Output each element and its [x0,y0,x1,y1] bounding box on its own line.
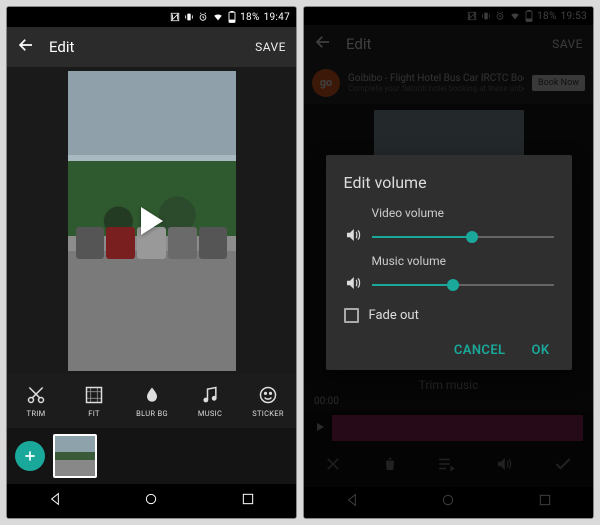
battery-icon [228,11,236,23]
back-icon[interactable] [17,36,35,58]
fade-out-checkbox[interactable] [344,308,359,323]
tool-sticker[interactable]: STICKER [239,374,296,428]
music-volume-label: Music volume [372,254,554,268]
status-bar: 18% 19:47 [7,7,296,27]
save-button[interactable]: SAVE [255,40,286,54]
add-button[interactable] [15,441,45,471]
nav-recents-icon[interactable] [240,491,256,511]
ok-button[interactable]: OK [531,343,549,358]
nav-home-icon[interactable] [143,491,159,511]
volume-icon [344,226,362,248]
cancel-button[interactable]: CANCEL [454,343,506,358]
screen-edit-main: 18% 19:47 Edit SAVE TRIM FIT BLUR BG MUS… [6,6,297,519]
alarm-icon [198,12,208,22]
modal-overlay: Edit volume Video volume Music volume Fa… [304,7,593,518]
volume-icon [344,274,362,296]
wifi-icon [212,12,224,22]
tool-music[interactable]: MUSIC [181,374,239,428]
screen-edit-volume: 18% 19:53 Edit SAVE go Goibibo - Flight … [303,6,594,519]
tool-bar: TRIM FIT BLUR BG MUSIC STICKER [7,374,296,428]
tool-label: STICKER [252,409,284,418]
android-navbar [7,484,296,518]
nav-back-icon[interactable] [47,491,63,511]
battery-pct: 18% [240,12,259,23]
nfc-icon [170,12,180,22]
video-preview-area [7,67,296,374]
page-title: Edit [49,38,74,56]
music-volume-slider[interactable] [372,275,554,295]
clock: 19:47 [264,12,290,23]
tool-label: TRIM [27,409,46,418]
clip-thumbnail[interactable] [53,434,97,478]
tool-trim[interactable]: TRIM [7,374,65,428]
tool-label: FIT [88,409,99,418]
tool-fit[interactable]: FIT [65,374,123,428]
vibrate-icon [184,12,194,22]
play-icon[interactable] [141,207,163,235]
edit-volume-dialog: Edit volume Video volume Music volume Fa… [326,155,572,370]
video-volume-slider[interactable] [372,227,554,247]
dialog-title: Edit volume [344,173,554,192]
video-preview[interactable] [68,71,236,371]
tool-label: MUSIC [198,409,222,418]
tool-blurbg[interactable]: BLUR BG [123,374,181,428]
video-volume-label: Video volume [372,206,554,220]
app-bar: Edit SAVE [7,27,296,67]
fade-out-label: Fade out [369,308,419,323]
timeline [7,428,296,484]
tool-label: BLUR BG [136,409,168,418]
